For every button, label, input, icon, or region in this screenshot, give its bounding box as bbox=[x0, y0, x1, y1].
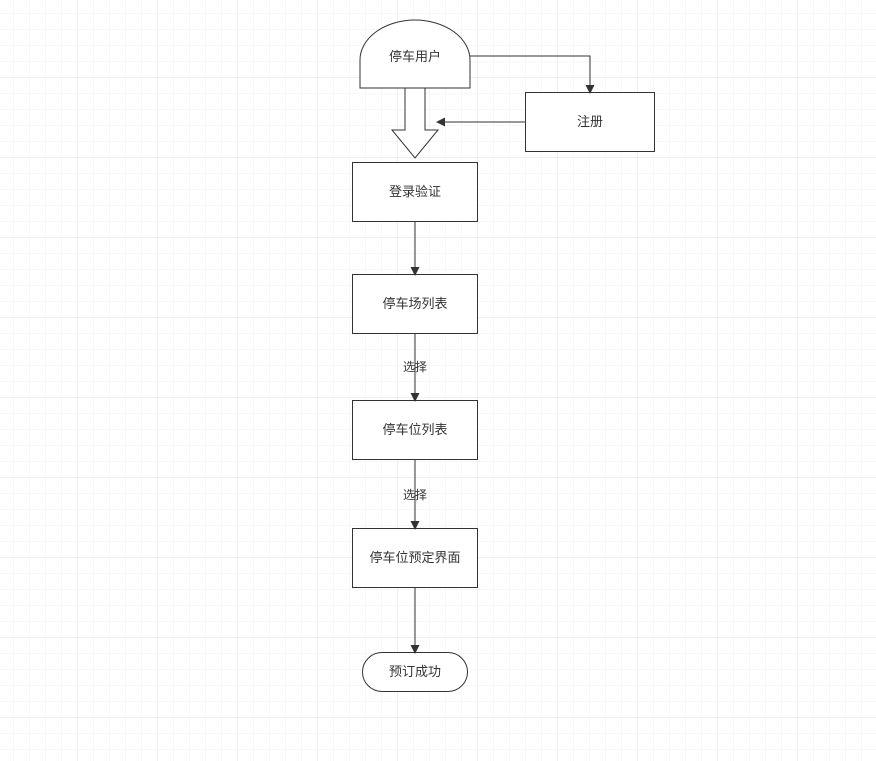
login-label: 登录验证 bbox=[389, 183, 441, 201]
spotlist-label: 停车位列表 bbox=[382, 421, 447, 439]
lotlist-node: 停车场列表 bbox=[352, 274, 478, 334]
success-node: 预订成功 bbox=[362, 652, 468, 692]
lotlist-label: 停车场列表 bbox=[382, 295, 447, 313]
block-arrow bbox=[0, 0, 300, 150]
success-label: 预订成功 bbox=[389, 663, 441, 681]
booking-label: 停车位预定界面 bbox=[369, 549, 460, 567]
login-node: 登录验证 bbox=[352, 162, 478, 222]
register-node: 注册 bbox=[525, 92, 655, 152]
edge-label-select1: 选择 bbox=[403, 358, 427, 375]
flowchart-canvas: 停车用户 注册 登录验证 停车场列表 停车位列表 停车位预定界面 预订成功 bbox=[0, 0, 876, 761]
edges bbox=[0, 0, 300, 150]
edge-label-select2: 选择 bbox=[403, 486, 427, 503]
booking-node: 停车位预定界面 bbox=[352, 528, 478, 588]
register-label: 注册 bbox=[577, 113, 603, 131]
start-label: 停车用户 bbox=[389, 48, 441, 66]
spotlist-node: 停车位列表 bbox=[352, 400, 478, 460]
start-shape bbox=[0, 0, 300, 150]
start-node: 停车用户 bbox=[360, 26, 470, 88]
